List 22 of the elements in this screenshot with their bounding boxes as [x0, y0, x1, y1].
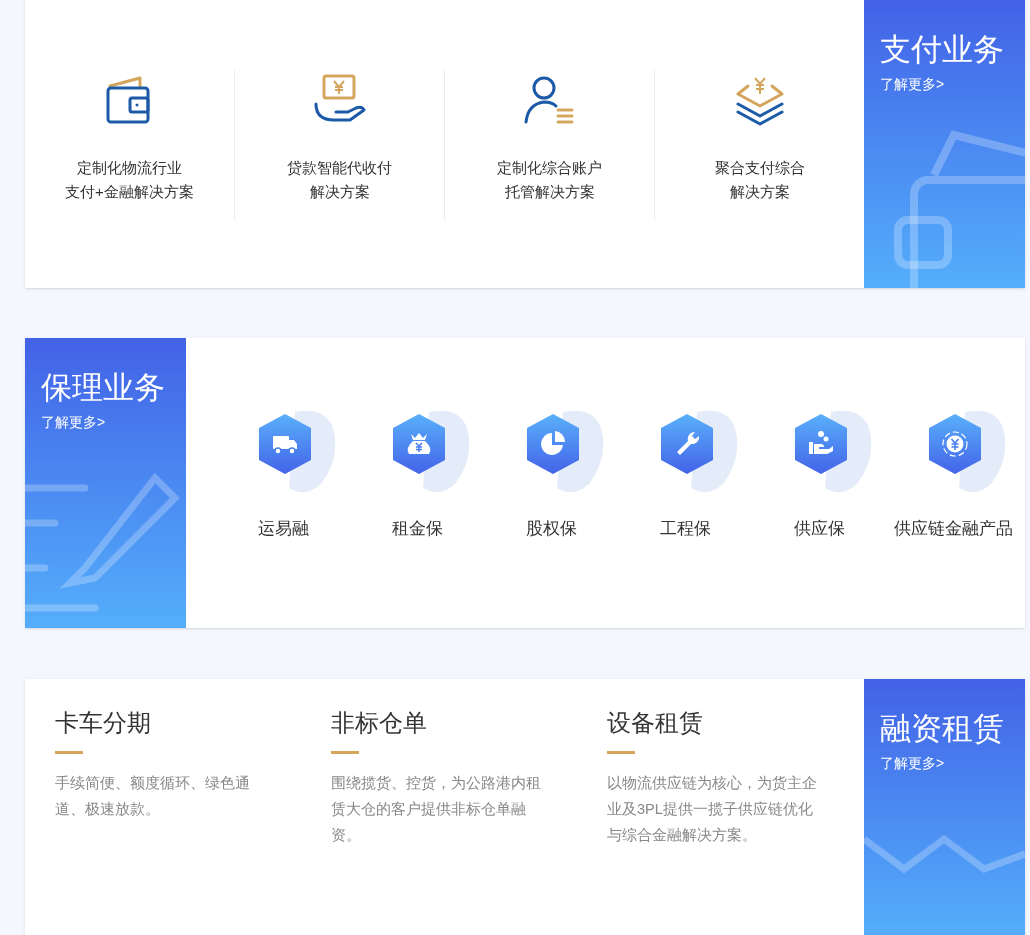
product-description: 手续简便、额度循环、绿色通道、极速放款。	[55, 774, 251, 820]
product-label[interactable]: 工程保	[659, 516, 711, 542]
product-title: 卡车分期	[55, 708, 152, 739]
learn-more-link[interactable]: 了解更多>	[880, 74, 1009, 95]
product-description: 以物流供应链为核心，为货主企业及3PL提供一揽子供应链优化与综合金融解决方案。	[607, 774, 818, 846]
product-label[interactable]: 股权保	[525, 516, 577, 542]
product-title: 设备租赁	[607, 708, 704, 739]
section-title: 融资租赁	[880, 710, 1005, 749]
learn-more-link[interactable]: 了解更多>	[880, 753, 1009, 775]
product-description: 围绕揽货、控货，为公路港内租赁大仓的客户提供非标仓单融资。	[331, 774, 542, 846]
product-label[interactable]: 租金保	[391, 516, 443, 542]
solution-label[interactable]: 聚合支付综合 解决方案	[714, 156, 805, 204]
solution-label[interactable]: 定制化综合账户 托管解决方案	[497, 156, 602, 204]
section-title: 保理业务	[41, 369, 166, 408]
product-label[interactable]: 运易融	[257, 516, 309, 542]
section-title: 支付业务	[880, 31, 1005, 69]
product-title: 非标仓单	[331, 708, 428, 739]
learn-more-link[interactable]: 了解更多>	[41, 412, 170, 434]
product-label[interactable]: 供应链金融产品	[893, 516, 1013, 542]
solution-label[interactable]: 贷款智能代收付 解决方案	[287, 156, 392, 204]
solution-label[interactable]: 定制化物流行业 支付+金融解决方案	[65, 156, 194, 204]
product-label[interactable]: 供应保	[793, 516, 845, 542]
